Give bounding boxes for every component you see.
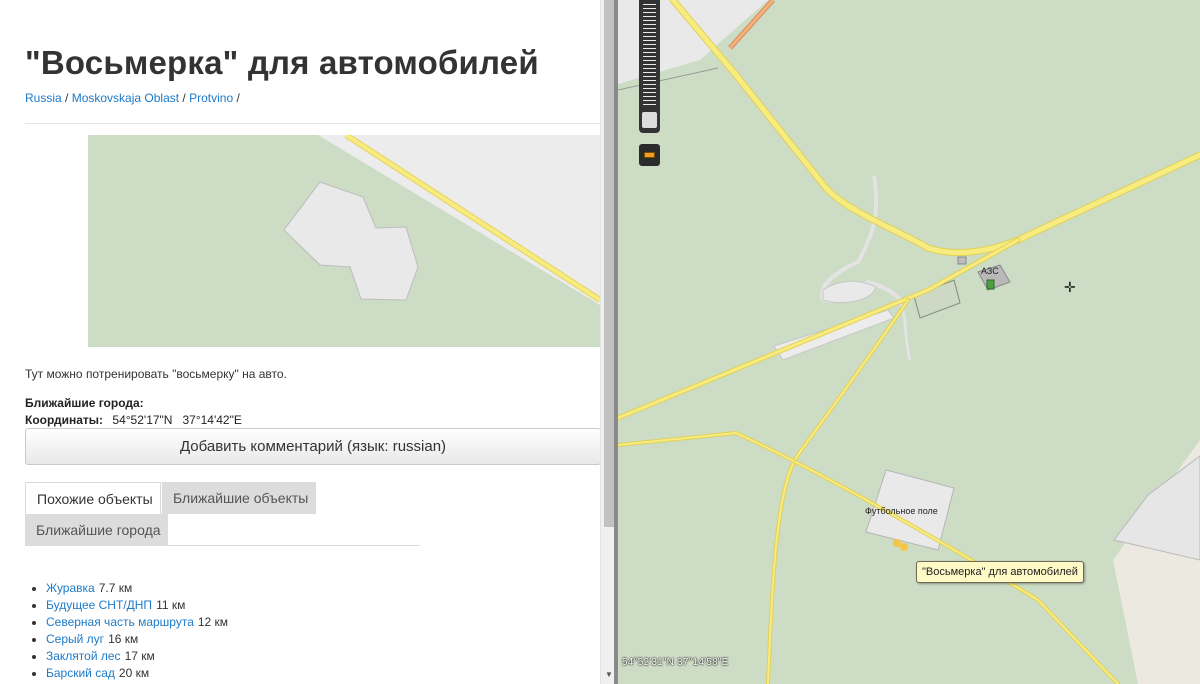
nearest-cities-label: Ближайшие города: bbox=[25, 396, 144, 410]
breadcrumb-region[interactable]: Moskovskaja Oblast bbox=[72, 91, 179, 105]
scrollbar-thumb[interactable] bbox=[604, 0, 614, 527]
coordinates-row: Координаты: 54°52'17"N 37°14'42"E bbox=[25, 413, 242, 427]
zoom-ticks bbox=[643, 4, 656, 108]
map-tooltip: "Восьмерка" для автомобилей bbox=[916, 561, 1084, 583]
mini-map-preview[interactable] bbox=[88, 135, 600, 347]
scroll-down-arrow-icon[interactable]: ▼ bbox=[605, 670, 613, 680]
zoom-handle[interactable] bbox=[642, 112, 657, 128]
ruler-glyph bbox=[644, 152, 655, 158]
breadcrumb-separator: / bbox=[233, 91, 240, 105]
city-distance: 11 км bbox=[156, 598, 186, 612]
city-link[interactable]: Журавка bbox=[46, 581, 95, 595]
nearby-list: Журавка7.7 км Будущее СНТ/ДНП 11 км Север… bbox=[34, 580, 228, 682]
city-link[interactable]: Северная часть маршрута bbox=[46, 615, 194, 629]
add-comment-button[interactable]: Добавить комментарий (язык: russian) bbox=[25, 428, 600, 465]
divider bbox=[25, 123, 600, 124]
list-item: Серый луг 16 км bbox=[46, 631, 228, 648]
tab-nearest-cities[interactable]: Ближайшие города bbox=[25, 514, 168, 546]
object-info-panel: "Восьмерка" для автомобилей Russia / Mos… bbox=[0, 0, 600, 684]
breadcrumb-city[interactable]: Protvino bbox=[189, 91, 233, 105]
zoom-slider[interactable] bbox=[639, 0, 660, 133]
page-title: "Восьмерка" для автомобилей bbox=[25, 44, 539, 81]
azs-label: АЗС bbox=[981, 266, 999, 276]
city-link[interactable]: Заклятой лес bbox=[46, 649, 121, 663]
tab-similar-objects[interactable]: Похожие объекты bbox=[25, 482, 161, 514]
list-item: Будущее СНТ/ДНП 11 км bbox=[46, 597, 228, 614]
city-distance: 20 км bbox=[118, 666, 150, 680]
city-link[interactable]: Серый луг bbox=[46, 632, 104, 646]
city-distance: 16 км bbox=[108, 632, 139, 646]
list-item: Журавка7.7 км bbox=[46, 580, 228, 597]
list-item: Барский сад20 км bbox=[46, 665, 228, 682]
breadcrumb-country[interactable]: Russia bbox=[25, 91, 62, 105]
fuel-pump-icon bbox=[986, 279, 995, 290]
map-coordinates-readout: 54°52'31"N 37°14'58"E bbox=[622, 657, 729, 668]
breadcrumb-separator: / bbox=[61, 91, 72, 105]
list-item: Северная часть маршрута12 км bbox=[46, 614, 228, 631]
tab-nearby-objects[interactable]: Ближайшие объекты bbox=[162, 482, 316, 514]
breadcrumb-separator: / bbox=[179, 91, 190, 105]
city-link[interactable]: Будущее СНТ/ДНП bbox=[46, 598, 152, 612]
crosshair-cursor-icon: ✛ bbox=[1064, 279, 1076, 295]
map-view[interactable]: АЗС Футбольное поле ✛ "Восьмерка" для ав… bbox=[618, 0, 1200, 684]
coordinates-value: 54°52'17"N 37°14'42"E bbox=[112, 413, 242, 427]
tabs-divider bbox=[25, 545, 420, 546]
breadcrumb: Russia / Moskovskaja Oblast / Protvino / bbox=[25, 91, 240, 105]
coordinates-label: Координаты: bbox=[25, 413, 104, 427]
object-description: Тут можно потренировать "восьмерку" на а… bbox=[25, 367, 287, 381]
city-distance: 12 км bbox=[197, 615, 229, 629]
football-field-label: Футбольное поле bbox=[865, 506, 938, 516]
city-distance: 17 км bbox=[124, 649, 155, 663]
list-item: Заклятой лес17 км bbox=[46, 648, 228, 665]
city-link[interactable]: Барский сад bbox=[46, 666, 115, 680]
ruler-icon[interactable] bbox=[639, 144, 660, 166]
city-distance: 7.7 км bbox=[98, 581, 133, 595]
